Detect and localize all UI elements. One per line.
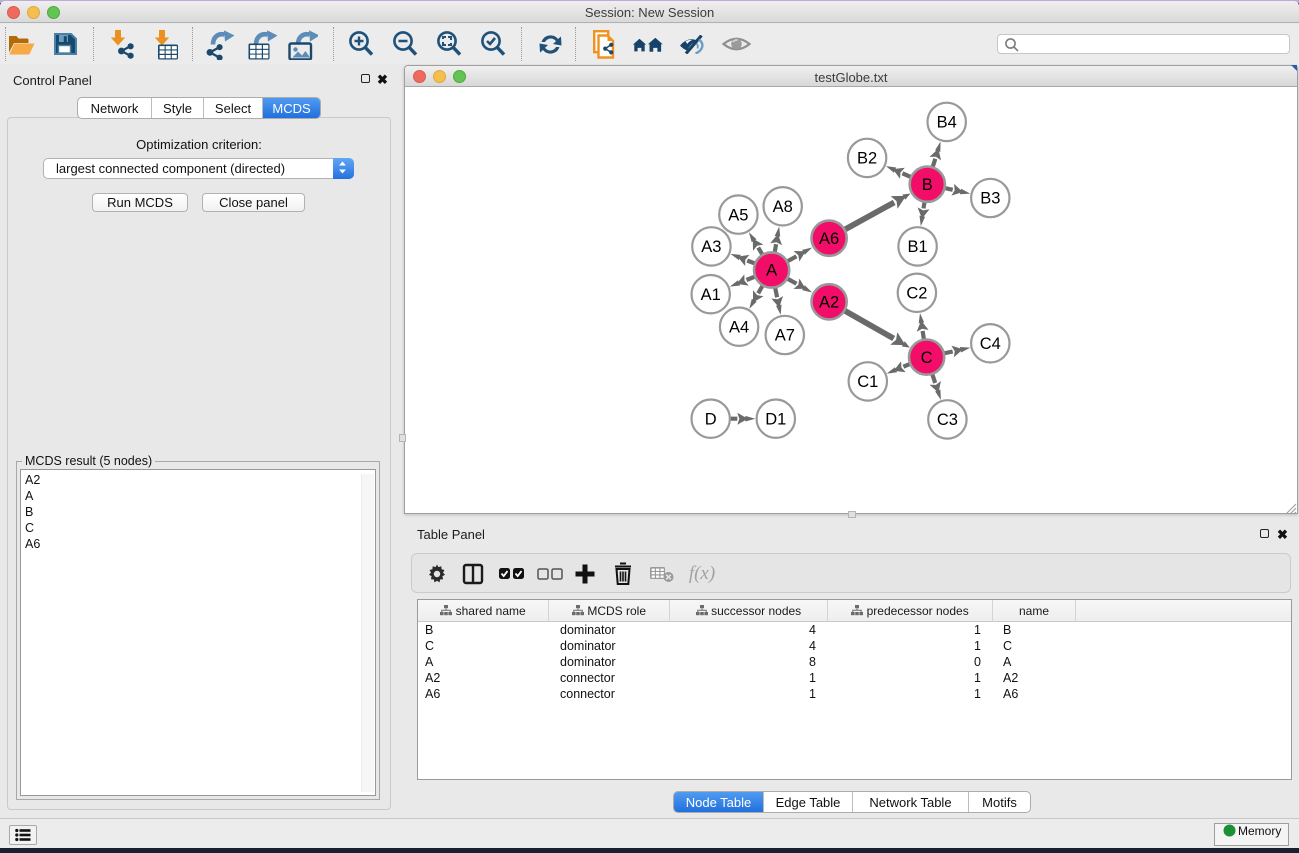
svg-text:A8: A8 bbox=[773, 198, 793, 216]
svg-text:C: C bbox=[921, 349, 933, 367]
svg-text:D1: D1 bbox=[765, 410, 786, 428]
svg-text:C3: C3 bbox=[937, 411, 958, 429]
svg-text:C4: C4 bbox=[980, 335, 1001, 353]
svg-text:A5: A5 bbox=[728, 206, 748, 224]
svg-text:A2: A2 bbox=[819, 294, 839, 312]
svg-text:A: A bbox=[766, 262, 777, 280]
svg-text:B1: B1 bbox=[908, 238, 928, 256]
svg-text:A1: A1 bbox=[701, 286, 721, 304]
svg-text:A4: A4 bbox=[729, 318, 749, 336]
svg-text:C2: C2 bbox=[906, 285, 927, 303]
svg-text:D: D bbox=[705, 410, 717, 428]
svg-text:B: B bbox=[922, 176, 933, 194]
svg-text:A7: A7 bbox=[775, 327, 795, 345]
svg-text:B2: B2 bbox=[857, 150, 877, 168]
svg-text:C1: C1 bbox=[857, 373, 878, 391]
svg-text:A3: A3 bbox=[701, 238, 721, 256]
svg-text:B3: B3 bbox=[980, 190, 1000, 208]
svg-text:B4: B4 bbox=[937, 114, 957, 132]
svg-text:A6: A6 bbox=[819, 230, 839, 248]
